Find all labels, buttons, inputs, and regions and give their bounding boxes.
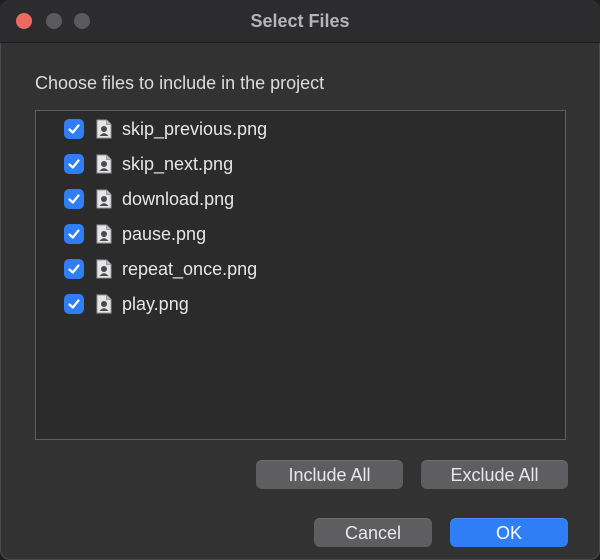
checkmark-icon: [68, 194, 80, 204]
image-file-icon: [96, 119, 112, 139]
list-item[interactable]: download.png: [64, 186, 234, 212]
dialog-prompt: Choose files to include in the project: [35, 73, 325, 93]
checkmark-icon: [68, 159, 80, 169]
ok-button[interactable]: OK: [450, 518, 568, 547]
include-all-button[interactable]: Include All: [256, 460, 403, 489]
list-item[interactable]: skip_previous.png: [64, 116, 267, 142]
file-name: skip_previous.png: [122, 118, 268, 139]
image-file-icon: [96, 224, 112, 244]
title-bar: Select Files: [0, 0, 600, 43]
file-checkbox[interactable]: [64, 154, 84, 174]
file-checkbox[interactable]: [64, 294, 84, 314]
file-checkbox[interactable]: [64, 259, 84, 279]
cancel-button[interactable]: Cancel: [314, 518, 432, 547]
file-name: repeat_once.png: [122, 258, 258, 279]
file-checkbox[interactable]: [64, 189, 84, 209]
file-list[interactable]: skip_previous.png skip_next.png download…: [35, 110, 566, 440]
select-files-dialog: Select Files Choose files to include in …: [0, 0, 600, 560]
window-title: Select Files: [250, 11, 350, 31]
list-item[interactable]: skip_next.png: [64, 151, 233, 177]
list-item[interactable]: repeat_once.png: [64, 256, 257, 282]
list-item[interactable]: pause.png: [64, 221, 206, 247]
file-name: pause.png: [122, 223, 207, 244]
file-name: skip_next.png: [122, 153, 234, 174]
checkmark-icon: [68, 299, 80, 309]
list-item[interactable]: play.png: [64, 291, 189, 317]
image-file-icon: [96, 154, 112, 174]
exclude-all-button[interactable]: Exclude All: [421, 460, 568, 489]
file-name: download.png: [122, 188, 235, 209]
image-file-icon: [96, 294, 112, 314]
file-name: play.png: [122, 293, 189, 314]
checkmark-icon: [68, 264, 80, 274]
checkmark-icon: [68, 229, 80, 239]
checkmark-icon: [68, 124, 80, 134]
file-checkbox[interactable]: [64, 224, 84, 244]
file-checkbox[interactable]: [64, 119, 84, 139]
image-file-icon: [96, 189, 112, 209]
image-file-icon: [96, 259, 112, 279]
